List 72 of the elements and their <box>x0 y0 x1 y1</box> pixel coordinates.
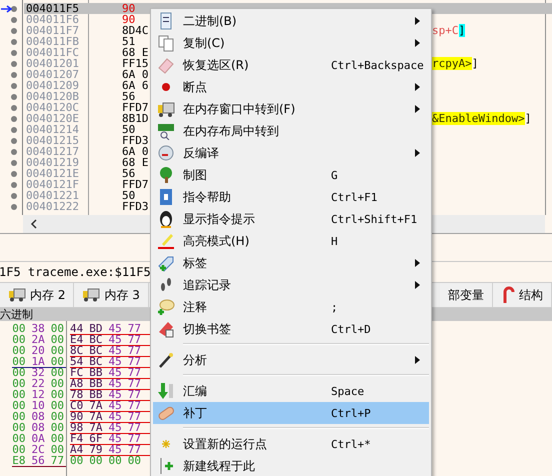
address-cell-text: 00401215 <box>25 135 79 146</box>
hex-cell: 00 2C 00 <box>12 445 64 455</box>
status-text: 1F5 traceme.exe:$11F5 <box>0 265 151 279</box>
bytes-cell: 50 <box>122 190 136 201</box>
hex-cell: 00 32 00 <box>12 368 64 378</box>
address-cell-text: 004011F5 <box>25 3 79 14</box>
bytes-cell: 68 E <box>122 157 148 168</box>
bytes-cell: 56 <box>122 91 136 102</box>
address-cell-text: 0040120E <box>25 113 79 124</box>
hex-cell: 00 38 00 <box>12 324 64 334</box>
address-cell-text: 00401222 <box>25 201 79 212</box>
hex-cell: 00 2A 00 <box>12 335 64 345</box>
hex-cell: 00 10 00 <box>12 401 64 411</box>
address-cell-text: 0040121F <box>25 179 79 190</box>
operand-text: &EnableWindow> <box>432 112 525 125</box>
hex-cell: E8 56 77 <box>12 456 64 466</box>
hex-cell: 00 1A 00 <box>12 357 64 367</box>
hex-cell-text: 98 7A 45 77 <box>70 423 142 433</box>
address-cell-text: 00401221 <box>25 190 79 201</box>
address-cell-text: 004011FB <box>25 36 79 47</box>
bytes-cell: 6A 0 <box>122 146 148 157</box>
bytes-cell: FFD3 <box>122 201 148 212</box>
address-cell-text: 004011FC <box>25 47 79 58</box>
address-cell-text: 0040120B <box>25 91 79 102</box>
bytes-cell: 90 <box>122 3 136 14</box>
hex-cell-text: A8 BB 45 77 <box>70 379 142 389</box>
bracket-text: ] <box>524 112 532 125</box>
address-cell-text: 004011F6 <box>25 14 79 25</box>
bracket-text: ] <box>458 24 466 37</box>
address-cell-text: 00401209 <box>25 80 79 91</box>
hex-cell: 00 20 00 <box>12 346 64 356</box>
hex-cell-text: 54 BC 45 77 <box>70 357 142 367</box>
hex-cell: 00 08 00 <box>12 423 64 433</box>
address-cell-text: 0040121E <box>25 168 79 179</box>
address-cell-text: 0040120C <box>25 102 79 113</box>
bytes-cell: 6A 6 <box>122 80 148 91</box>
address-cell-text: 00401217 <box>25 146 79 157</box>
address-cell-text: 00401207 <box>25 69 79 80</box>
bytes-cell: 56 <box>122 168 136 179</box>
address-cell-text: 004011F7 <box>25 25 79 36</box>
bytes-cell: FFD7 <box>122 179 148 190</box>
hex-cell-text: 8C BC 45 77 <box>70 346 142 356</box>
address-cell-text: 00401214 <box>25 124 79 135</box>
bytes-cell: FF15 <box>122 58 148 69</box>
hex-cell-text: 44 BD 45 77 <box>70 324 142 334</box>
hex-cell: 00 08 00 <box>12 412 64 422</box>
hex-cell: 00 12 00 <box>12 390 64 400</box>
bytes-cell: 90 <box>122 14 136 25</box>
address-cell-text: 00401219 <box>25 157 79 168</box>
bytes-cell: 8D4C <box>122 25 148 36</box>
hex-cell-text: F4 6F 45 77 <box>70 434 142 444</box>
bytes-cell: 6A 0 <box>122 69 148 80</box>
bytes-cell: 68 E <box>122 47 148 58</box>
hex-cell-text: 78 BB 45 77 <box>70 390 142 400</box>
hex-cell-text: C0 7A 45 77 <box>70 401 142 411</box>
bracket-text: ] <box>472 57 478 70</box>
bytes-cell: 51 <box>122 36 136 47</box>
hex-cell-text: A4 79 45 77 <box>70 445 142 455</box>
hex-cell-text: 00 00 00 00 <box>70 456 142 466</box>
bytes-cell: 8B1D <box>122 113 148 124</box>
hex-cell-text: E4 BC 45 77 <box>70 335 142 345</box>
hex-cell-text: 90 7A 45 77 <box>70 412 142 422</box>
operand-text: rcpyA> <box>432 57 472 70</box>
operand-text: sp+C <box>432 24 458 37</box>
hex-cell-text: FC BB 45 77 <box>70 368 142 378</box>
bytes-cell: FFD7 <box>122 102 148 113</box>
bytes-cell: FFD3 <box>122 135 148 146</box>
hex-cell: 00 22 00 <box>12 379 64 389</box>
hex-cell: 00 0A 00 <box>12 434 64 444</box>
bytes-cell: 50 <box>122 124 136 135</box>
column-header: 六进制 <box>0 307 33 322</box>
address-cell-text: 00401201 <box>25 58 79 69</box>
